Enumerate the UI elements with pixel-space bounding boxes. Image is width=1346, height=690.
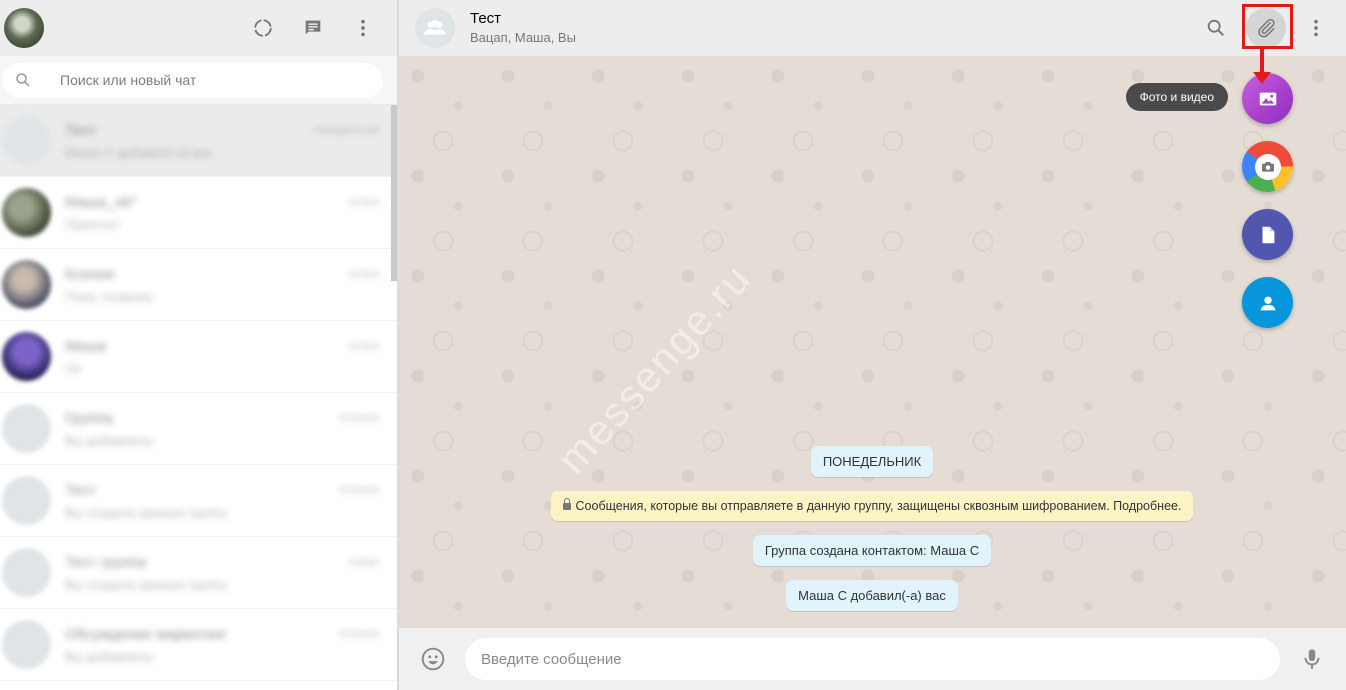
chat-name: Миша bbox=[65, 337, 107, 355]
date-divider: ПОНЕДЕЛЬНИК bbox=[810, 446, 934, 477]
chat-last-message: Вы добавлены bbox=[65, 648, 154, 664]
chat-item[interactable]: Тест вторник Вы создали данную группу bbox=[0, 465, 397, 537]
lock-icon bbox=[562, 498, 571, 510]
chat-time: среда bbox=[348, 556, 379, 568]
system-message: Группа создана контактом: Маша С bbox=[752, 535, 992, 566]
chat-last-message: Ок bbox=[65, 360, 81, 376]
conversation-header[interactable]: Тест Вацап, Маша, Вы bbox=[398, 0, 1346, 56]
status-icon[interactable] bbox=[243, 8, 283, 48]
encryption-text: Сообщения, которые вы отправляете в данн… bbox=[575, 499, 1182, 513]
chat-avatar bbox=[2, 188, 51, 237]
chat-name: Тест bbox=[65, 121, 97, 139]
chat-avatar bbox=[2, 476, 51, 525]
chat-last-message: Маша С добавил(-а) вас bbox=[65, 144, 213, 160]
document-button[interactable] bbox=[1242, 209, 1293, 260]
chat-body: Ксения вчера Пока, позвоню bbox=[65, 266, 379, 304]
camera-icon bbox=[1254, 153, 1281, 180]
left-header bbox=[0, 0, 397, 56]
left-panel: Тест понедельник Маша С добавил(-а) вас М… bbox=[0, 0, 398, 690]
emoji-icon[interactable] bbox=[415, 641, 451, 677]
chat-time: вчера bbox=[349, 196, 379, 208]
chat-item[interactable]: Миша вчера Ок bbox=[0, 321, 397, 393]
chat-name: Ксения bbox=[65, 265, 115, 283]
system-message: Маша С добавил(-а) вас bbox=[786, 580, 958, 611]
chat-list: Тест понедельник Маша С добавил(-а) вас М… bbox=[0, 105, 397, 690]
conversation-actions bbox=[1186, 8, 1336, 48]
chat-time: понедельник bbox=[313, 124, 379, 136]
compose-bar bbox=[398, 628, 1346, 690]
message-list: ПОНЕДЕЛЬНИК Сообщения, которые вы отправ… bbox=[398, 446, 1346, 625]
whatsapp-web-app: Тест понедельник Маша С добавил(-а) вас М… bbox=[0, 0, 1346, 690]
search-icon bbox=[16, 73, 30, 87]
chat-list-scrollbar[interactable] bbox=[391, 105, 397, 281]
highlight-arrow-head bbox=[1253, 72, 1271, 84]
conversation-panel: Тест Вацап, Маша, Вы messenge.ru Фото и … bbox=[398, 0, 1346, 690]
chat-avatar bbox=[2, 260, 51, 309]
contact-icon bbox=[1260, 296, 1275, 310]
chat-last-message: Вы создали данную группу bbox=[65, 504, 228, 520]
camera-button[interactable] bbox=[1242, 141, 1293, 192]
chat-time: вторник bbox=[339, 628, 379, 640]
chat-last-message: Вы добавлены bbox=[65, 432, 154, 448]
chat-item[interactable]: Группа вторник Вы добавлены bbox=[0, 393, 397, 465]
group-icon bbox=[424, 19, 446, 35]
encryption-notice[interactable]: Сообщения, которые вы отправляете в данн… bbox=[550, 491, 1194, 521]
chat-time: вторник bbox=[339, 484, 379, 496]
chat-body: Миша вчера Ок bbox=[65, 338, 379, 376]
chat-avatar bbox=[2, 404, 51, 453]
search-input[interactable] bbox=[60, 72, 320, 88]
highlight-arrow-shaft bbox=[1260, 47, 1264, 75]
chat-name: Тест bbox=[65, 481, 97, 499]
attach-menu bbox=[1242, 73, 1293, 345]
attach-tooltip: Фото и видео bbox=[1125, 83, 1228, 111]
chat-last-message: Приятно! bbox=[65, 216, 120, 232]
chat-body: Тест группа среда Вы создали данную групп… bbox=[65, 554, 379, 592]
contact-button[interactable] bbox=[1242, 277, 1293, 328]
chat-avatar bbox=[2, 116, 51, 165]
new-chat-icon[interactable] bbox=[293, 8, 333, 48]
chat-item[interactable]: Маша_ok* вчера Приятно! bbox=[0, 177, 397, 249]
message-input[interactable] bbox=[465, 638, 1280, 680]
chat-name: Обсуждение маркетинг bbox=[65, 625, 228, 643]
chat-time: вчера bbox=[349, 268, 379, 280]
chat-body: Тест вторник Вы создали данную группу bbox=[65, 482, 379, 520]
search-box[interactable] bbox=[2, 62, 383, 98]
chat-item[interactable]: Обсуждение маркетинг вторник Вы добавлены bbox=[0, 609, 397, 681]
chat-avatar bbox=[2, 620, 51, 669]
chat-body: Маша_ok* вчера Приятно! bbox=[65, 194, 379, 232]
conversation-title: Тест bbox=[470, 10, 502, 27]
group-avatar[interactable] bbox=[415, 8, 455, 48]
menu-icon[interactable] bbox=[1296, 8, 1336, 48]
menu-icon[interactable] bbox=[343, 8, 383, 48]
image-icon bbox=[1259, 92, 1276, 105]
search-icon[interactable] bbox=[1196, 8, 1236, 48]
conversation-info: Тест Вацап, Маша, Вы bbox=[470, 9, 1186, 47]
chat-name: Группа bbox=[65, 409, 113, 427]
chat-body: Обсуждение маркетинг вторник Вы добавлены bbox=[65, 626, 379, 664]
chat-time: вторник bbox=[339, 412, 379, 424]
chat-body: Группа вторник Вы добавлены bbox=[65, 410, 379, 448]
chat-item[interactable]: Тест понедельник Маша С добавил(-а) вас bbox=[0, 105, 397, 177]
chat-item[interactable]: Тест группа среда Вы создали данную групп… bbox=[0, 537, 397, 609]
chat-last-message: Пока, позвоню bbox=[65, 288, 154, 304]
chat-time: вчера bbox=[349, 340, 379, 352]
chat-item[interactable]: Ксения вчера Пока, позвоню bbox=[0, 249, 397, 321]
chat-name: Маша_ok* bbox=[65, 193, 137, 211]
chat-name: Тест группа bbox=[65, 553, 146, 571]
microphone-icon[interactable] bbox=[1294, 641, 1330, 677]
search-bar bbox=[0, 56, 397, 105]
attach-icon[interactable] bbox=[1246, 8, 1286, 48]
conversation-members: Вацап, Маша, Вы bbox=[470, 30, 576, 45]
document-icon bbox=[1262, 226, 1274, 243]
my-avatar[interactable] bbox=[4, 8, 44, 48]
chat-last-message: Вы создали данную группу bbox=[65, 576, 228, 592]
chat-avatar bbox=[2, 548, 51, 597]
chat-body: Тест понедельник Маша С добавил(-а) вас bbox=[65, 122, 379, 160]
chat-background: messenge.ru Фото и видео ПОНЕДЕЛЬНИК Соо… bbox=[398, 56, 1346, 628]
chat-avatar bbox=[2, 332, 51, 381]
